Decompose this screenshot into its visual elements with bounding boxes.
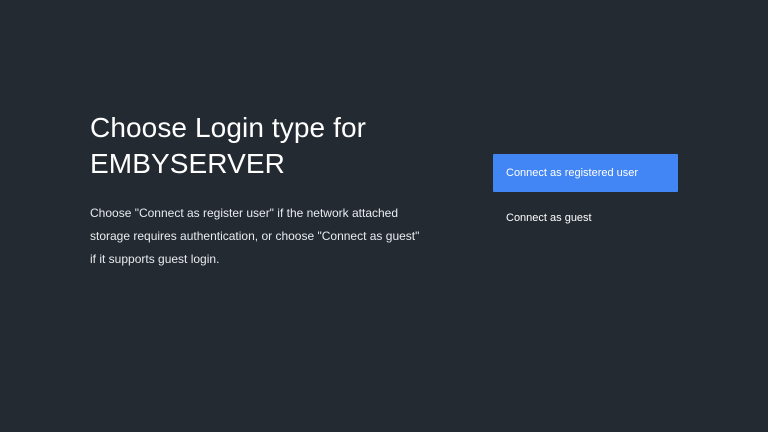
title-line-1: Choose Login type for [90,112,367,143]
login-type-description: Choose "Connect as register user" if the… [90,206,420,266]
connect-guest-button[interactable]: Connect as guest [493,199,678,237]
page-title: Choose Login type for EMBYSERVER [90,110,435,182]
login-options-list: Connect as registered user Connect as gu… [493,154,678,237]
info-panel: Choose Login type for EMBYSERVER Choose … [90,110,435,271]
login-type-screen: Choose Login type for EMBYSERVER Choose … [0,0,768,432]
connect-registered-user-button[interactable]: Connect as registered user [493,154,678,192]
title-line-2-server-name: EMBYSERVER [90,148,285,179]
